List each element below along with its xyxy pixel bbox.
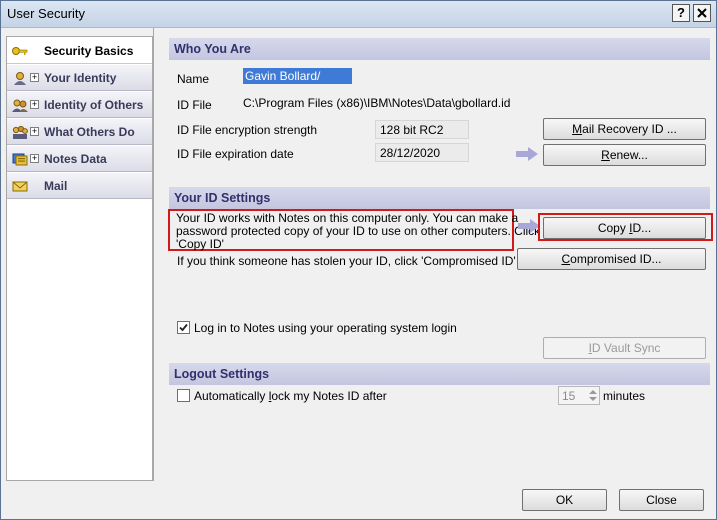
close-window-button[interactable] (693, 4, 711, 22)
key-icon (12, 47, 28, 55)
logout-settings-header: Logout Settings (169, 363, 710, 385)
sidebar-item-label: Security Basics (44, 44, 134, 58)
minutes-spinner[interactable]: 15 (558, 386, 600, 405)
dialog-footer: OK Close (1, 481, 716, 519)
auto-lock-checkbox[interactable] (177, 389, 190, 402)
renew-button[interactable]: Renew... (543, 144, 706, 166)
close-icon (697, 8, 707, 18)
compromised-label: ompromised ID... (570, 252, 662, 266)
mail-recovery-id-button[interactable]: Mail Recovery ID ... (543, 118, 706, 140)
compromised-id-button[interactable]: Compromised ID... (517, 248, 706, 270)
envelope-icon (12, 181, 28, 192)
expiration-date-label: ID File expiration date (177, 147, 294, 161)
person-icon (14, 72, 26, 85)
who-you-are-header: Who You Are (169, 38, 710, 60)
sidebar-item-label: Your Identity (44, 71, 117, 85)
close-button[interactable]: Close (619, 489, 704, 511)
minutes-value: 15 (562, 389, 576, 403)
sidebar-item-mail[interactable]: Mail (7, 173, 152, 199)
sidebar-item-what-others-do[interactable]: + What Others Do (7, 119, 152, 145)
compromised-mnemonic: C (561, 252, 571, 266)
id-vault-sync-button[interactable]: ID Vault Sync (543, 337, 706, 359)
auto-lock-label: Automatically lock my Notes ID after (194, 389, 387, 403)
minutes-label: minutes (603, 389, 646, 403)
name-label: Name (177, 72, 210, 86)
ok-button[interactable]: OK (522, 489, 607, 511)
expand-icon[interactable]: + (30, 100, 39, 109)
arrow-right-icon (516, 147, 538, 161)
copy-id-description-line2: password protected copy of your ID to us… (176, 224, 541, 238)
expand-icon[interactable]: + (30, 154, 39, 163)
sidebar-item-security-basics[interactable]: Security Basics (7, 38, 152, 64)
copy-id-label-start: Copy (597, 221, 630, 235)
mail-recovery-mnemonic: M (572, 122, 583, 136)
database-icon (12, 153, 28, 166)
sidebar-item-your-identity[interactable]: + Your Identity (7, 65, 152, 91)
sidebar-item-label: Mail (44, 179, 68, 193)
auto-lock-label-end: ock my Notes ID after (271, 389, 387, 403)
renew-mnemonic: R (601, 148, 610, 162)
encryption-strength-value: 128 bit RC2 (375, 120, 469, 139)
os-login-label: Log in to Notes using your operating sys… (194, 321, 457, 335)
expiration-date-value: 28/12/2020 (375, 143, 469, 162)
checkmark-icon (179, 323, 188, 332)
window-title: User Security (7, 6, 86, 21)
group-icon (12, 125, 28, 139)
sidebar-item-identity-of-others[interactable]: + Identity of Others (7, 92, 152, 118)
arrow-right-icon (518, 219, 540, 233)
sidebar-item-label: What Others Do (44, 125, 135, 139)
content-pane: Who You Are Name Gavin Bollard/ ID File … (153, 28, 716, 481)
name-selection: Gavin Bollard/ (243, 68, 353, 84)
user-security-dialog: User Security ? Security Basics + Your I… (0, 0, 717, 520)
name-value[interactable]: Gavin Bollard/ (243, 68, 353, 84)
renew-label: enew... (609, 148, 648, 162)
stolen-id-text: If you think someone has stolen your ID,… (177, 254, 516, 268)
encryption-strength-label: ID File encryption strength (177, 123, 318, 137)
expand-icon[interactable]: + (30, 127, 39, 136)
expand-icon[interactable]: + (30, 73, 39, 82)
help-button[interactable]: ? (672, 4, 690, 22)
sidebar-item-notes-data[interactable]: + Notes Data (7, 146, 152, 172)
title-bar: User Security ? (1, 1, 716, 28)
copy-id-description-line1: Your ID works with Notes on this compute… (176, 211, 519, 225)
people-icon (12, 99, 28, 112)
sidebar: Security Basics + Your Identity + Identi… (6, 36, 153, 481)
auto-lock-label-start: Automatically (194, 389, 269, 403)
idfile-label: ID File (177, 98, 212, 112)
your-id-settings-header: Your ID Settings (169, 187, 710, 209)
spinner-arrows-icon[interactable] (588, 388, 598, 403)
os-login-checkbox[interactable] (177, 321, 190, 334)
copy-id-description-line3: 'Copy ID' (176, 237, 224, 251)
copy-id-button[interactable]: Copy ID... (543, 217, 706, 239)
mail-recovery-label: ail Recovery ID ... (582, 122, 677, 136)
vault-label: D Vault Sync (591, 341, 661, 355)
sidebar-item-label: Identity of Others (44, 98, 144, 112)
copy-id-label-end: D... (632, 221, 652, 235)
sidebar-item-label: Notes Data (44, 152, 107, 166)
idfile-value: C:\Program Files (x86)\IBM\Notes\Data\gb… (243, 96, 511, 110)
